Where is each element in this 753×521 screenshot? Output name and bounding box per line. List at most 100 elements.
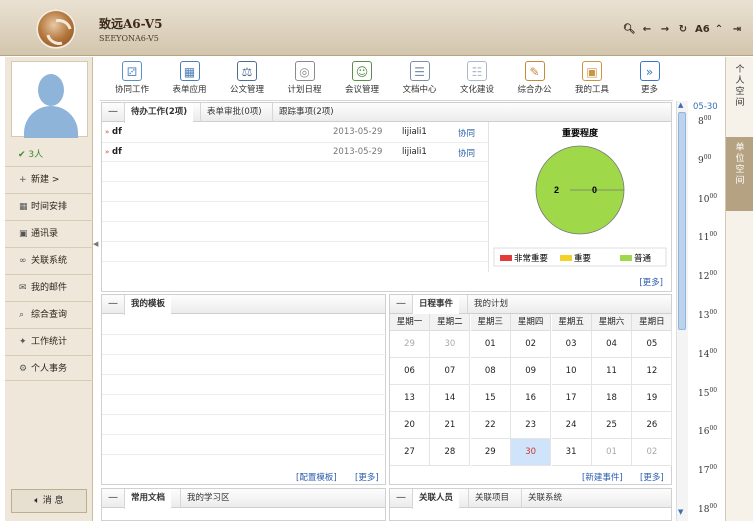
- calendar-day[interactable]: 27: [390, 439, 430, 466]
- tab-tracking[interactable]: 跟踪事项(2项): [272, 103, 340, 122]
- minimize-icon[interactable]: —: [396, 298, 406, 309]
- minimize-icon[interactable]: —: [396, 492, 406, 503]
- calendar-day[interactable]: 21: [430, 412, 471, 439]
- calendar-day[interactable]: 14: [430, 385, 471, 412]
- calendar-day[interactable]: 20: [390, 412, 430, 439]
- sidebar-item-schedule[interactable]: ▦ 时间安排: [5, 193, 93, 219]
- toolbar-form-apps-button[interactable]: ▦ 表单应用: [162, 57, 218, 101]
- calendar-day[interactable]: 22: [470, 412, 511, 439]
- refresh-icon[interactable]: ↻: [677, 24, 689, 35]
- toolbar-meeting-button[interactable]: ☺ 会议管理: [334, 57, 390, 101]
- item-title[interactable]: df: [112, 147, 122, 157]
- item-title[interactable]: df: [112, 127, 122, 137]
- calendar-day[interactable]: 16: [511, 385, 552, 412]
- calendar-day[interactable]: 26: [632, 412, 673, 439]
- calendar-day[interactable]: 30: [511, 439, 552, 466]
- back-arrow-icon[interactable]: ←: [641, 24, 653, 35]
- online-users[interactable]: ✔ 3人: [18, 147, 43, 160]
- sidebar-item-new[interactable]: + 新建 >: [5, 166, 93, 192]
- tab-related-people[interactable]: 关联人员: [412, 489, 460, 509]
- calendar-day[interactable]: 29: [470, 439, 511, 466]
- calendar-day[interactable]: 12: [632, 358, 673, 385]
- minimize-icon[interactable]: —: [108, 298, 118, 309]
- calendar-day[interactable]: 11: [592, 358, 632, 385]
- calendar-day[interactable]: 06: [390, 358, 430, 385]
- message-button[interactable]: 🔈︎ 消 息: [11, 489, 87, 513]
- sidebar-item-related-systems[interactable]: ∞ 关联系统: [5, 247, 93, 273]
- forward-arrow-icon[interactable]: →: [659, 24, 671, 35]
- calendar-day[interactable]: 17: [551, 385, 592, 412]
- calendar-day[interactable]: 03: [551, 331, 592, 358]
- calendar-day[interactable]: 25: [592, 412, 632, 439]
- calendar-day[interactable]: 19: [632, 385, 673, 412]
- tab-events[interactable]: 日程事件: [412, 295, 460, 315]
- list-item[interactable]: » df 2013-05-29 lijiali1 协同: [105, 147, 487, 159]
- tab-unit-space[interactable]: 单位空间: [726, 137, 753, 211]
- tab-personal-space[interactable]: 个人空间: [726, 65, 753, 115]
- tab-my-plan[interactable]: 我的计划: [467, 295, 514, 314]
- more-link[interactable]: [更多]: [355, 471, 379, 483]
- double-arrow-icon: »: [105, 148, 110, 156]
- sidebar-item-mail[interactable]: ✉ 我的邮件: [5, 274, 93, 300]
- tab-form-approval[interactable]: 表单审批(0项): [200, 103, 268, 122]
- toolbar-my-tools-button[interactable]: ▣ 我的工具: [564, 57, 620, 101]
- collapse-up-icon[interactable]: ⌃: [713, 24, 725, 35]
- tab-my-templates[interactable]: 我的模板: [124, 295, 172, 315]
- more-link[interactable]: [更多]: [639, 276, 663, 288]
- item-date: 2013-05-29: [333, 127, 383, 137]
- calendar-day[interactable]: 15: [470, 385, 511, 412]
- calendar-day[interactable]: 24: [551, 412, 592, 439]
- avatar[interactable]: [11, 61, 88, 138]
- tab-related-projects[interactable]: 关联项目: [468, 489, 515, 508]
- calendar-day[interactable]: 10: [551, 358, 592, 385]
- sidebar-collapse-icon[interactable]: ◀: [93, 240, 99, 254]
- calendar-day[interactable]: 23: [511, 412, 552, 439]
- scroll-down-icon[interactable]: ▼: [678, 508, 683, 516]
- calendar-day[interactable]: 07: [430, 358, 471, 385]
- calendar-day[interactable]: 04: [592, 331, 632, 358]
- toolbar-culture-button[interactable]: ☷ 文化建设: [449, 57, 505, 101]
- minimize-icon[interactable]: —: [108, 106, 118, 117]
- calendar-day[interactable]: 08: [470, 358, 511, 385]
- list-item[interactable]: » df 2013-05-29 lijiali1 协同: [105, 127, 487, 139]
- logout-icon[interactable]: ⇥: [731, 24, 743, 35]
- weekday-header: 星期一: [390, 314, 430, 331]
- new-event-link[interactable]: [新建事件]: [582, 471, 623, 483]
- sidebar-item-contacts[interactable]: ▣ 通讯录: [5, 220, 93, 246]
- tab-related-systems[interactable]: 关联系统: [521, 489, 568, 508]
- config-template-link[interactable]: [配置模板]: [296, 471, 337, 483]
- calendar-day[interactable]: 29: [390, 331, 430, 358]
- tab-learning-area[interactable]: 我的学习区: [180, 489, 236, 508]
- calendar-day[interactable]: 18: [592, 385, 632, 412]
- tab-common-docs[interactable]: 常用文档: [124, 489, 172, 509]
- sidebar-item-query[interactable]: ⌕ 综合查询: [5, 301, 93, 327]
- doc-center-icon: ☰: [409, 61, 430, 81]
- calendar-day[interactable]: 09: [511, 358, 552, 385]
- toolbar-doc-center-button[interactable]: ☰ 文档中心: [392, 57, 448, 101]
- timeline-hour: 1300: [698, 309, 717, 321]
- more-link[interactable]: [更多]: [640, 471, 664, 483]
- scrollbar-thumb[interactable]: [678, 112, 686, 330]
- scroll-up-icon[interactable]: ▲: [678, 101, 683, 109]
- calendar-day[interactable]: 13: [390, 385, 430, 412]
- sidebar-item-personal[interactable]: ⚙ 个人事务: [5, 355, 93, 381]
- calendar-day[interactable]: 01: [592, 439, 632, 466]
- calendar-day[interactable]: 02: [632, 439, 673, 466]
- calendar-day[interactable]: 05: [632, 331, 673, 358]
- calendar-day[interactable]: 28: [430, 439, 471, 466]
- toolbar-schedule-button[interactable]: ◎ 计划日程: [277, 57, 333, 101]
- toolbar-document-mgmt-button[interactable]: ⚖ 公文管理: [219, 57, 275, 101]
- tab-pending-work[interactable]: 待办工作(2项): [124, 103, 194, 123]
- divider: [102, 261, 488, 262]
- toolbar-collaboration-button[interactable]: ⚂ 协同工作: [104, 57, 160, 101]
- toolbar-office-button[interactable]: ✎ 综合办公: [507, 57, 563, 101]
- calendar-day[interactable]: 31: [551, 439, 592, 466]
- font-size-icon[interactable]: A6: [695, 24, 710, 35]
- calendar-day[interactable]: 30: [430, 331, 471, 358]
- calendar-day[interactable]: 02: [511, 331, 552, 358]
- calendar-day[interactable]: 01: [470, 331, 511, 358]
- minimize-icon[interactable]: —: [108, 492, 118, 503]
- search-icon[interactable]: 🔍︎: [623, 24, 636, 35]
- sidebar-item-statistics[interactable]: ✦ 工作统计: [5, 328, 93, 354]
- toolbar-more-button[interactable]: » 更多: [622, 57, 678, 101]
